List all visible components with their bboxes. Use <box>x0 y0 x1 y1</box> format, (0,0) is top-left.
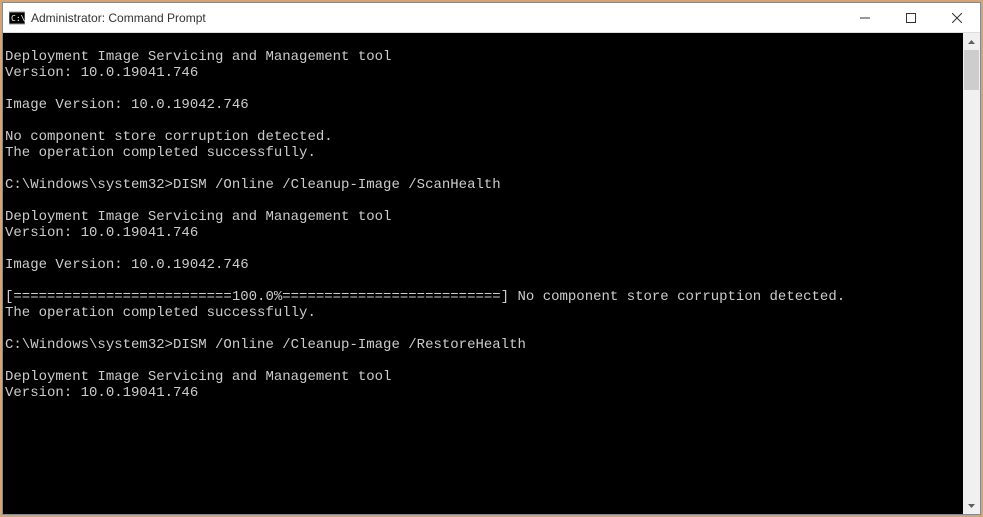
maximize-button[interactable] <box>888 3 934 32</box>
cmd-icon: C:\ <box>9 10 25 26</box>
svg-text:C:\: C:\ <box>11 14 25 23</box>
titlebar[interactable]: C:\ Administrator: Command Prompt <box>3 3 980 33</box>
scroll-track[interactable] <box>963 50 980 497</box>
window-title: Administrator: Command Prompt <box>31 11 842 25</box>
window-controls <box>842 3 980 32</box>
console-output[interactable]: Deployment Image Servicing and Managemen… <box>3 33 963 514</box>
close-button[interactable] <box>934 3 980 32</box>
minimize-button[interactable] <box>842 3 888 32</box>
client-area: Deployment Image Servicing and Managemen… <box>3 33 980 514</box>
scroll-up-arrow[interactable] <box>963 33 980 50</box>
scroll-thumb[interactable] <box>964 50 979 90</box>
scroll-down-arrow[interactable] <box>963 497 980 514</box>
vertical-scrollbar[interactable] <box>963 33 980 514</box>
command-prompt-window: C:\ Administrator: Command Prompt Deploy… <box>2 2 981 515</box>
